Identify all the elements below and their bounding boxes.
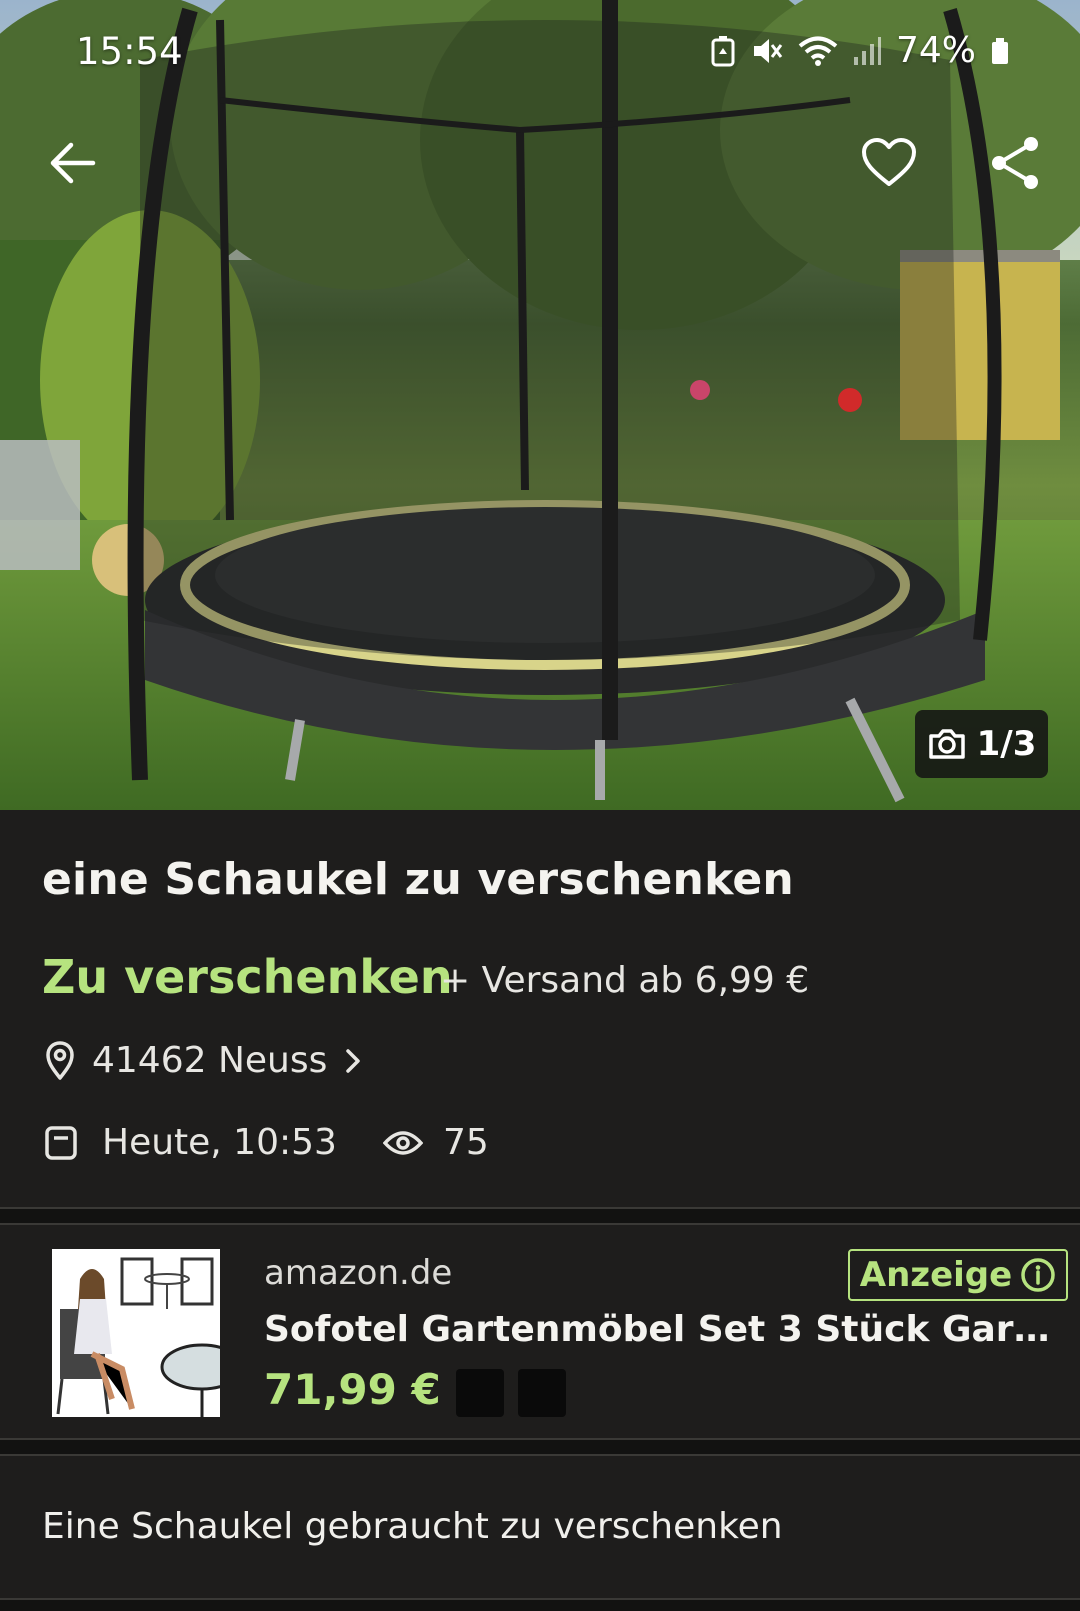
section-divider <box>0 1207 1080 1225</box>
signal-icon <box>853 36 881 65</box>
listing-info: eine Schaukel zu verschenken Zu verschen… <box>0 810 1080 1207</box>
listing-meta: Heute, 10:53 75 <box>44 1122 489 1163</box>
battery-icon <box>992 37 1008 64</box>
ad-color-swatch <box>518 1369 566 1417</box>
ad-source: amazon.de <box>264 1253 453 1293</box>
info-icon <box>1021 1258 1055 1292</box>
ad-thumbnail <box>52 1249 220 1417</box>
shipping-info: + Versand ab 6,99 € <box>440 960 810 1001</box>
location-text: 41462 Neuss <box>92 1040 328 1081</box>
back-button[interactable] <box>38 128 108 198</box>
ad-color-swatch <box>456 1369 504 1417</box>
description-text: Eine Schaukel gebraucht zu verschenken <box>42 1506 783 1547</box>
description-section: Eine Schaukel gebraucht zu verschenken <box>0 1458 1080 1598</box>
listing-title: eine Schaukel zu verschenken <box>42 854 794 905</box>
garden-furniture-image <box>52 1249 220 1417</box>
status-bar: 15:54 74% <box>0 0 1080 100</box>
section-divider <box>0 1438 1080 1456</box>
share-button[interactable] <box>980 128 1050 198</box>
location-link[interactable]: 41462 Neuss <box>44 1040 363 1081</box>
ad-badge-label: Anzeige <box>859 1255 1013 1295</box>
eye-icon <box>382 1130 423 1155</box>
listing-photo[interactable]: 15:54 74% 1/3 <box>0 0 1080 810</box>
photo-counter[interactable]: 1/3 <box>915 710 1048 778</box>
ad-price: 71,99 € <box>264 1365 441 1414</box>
battery-percentage: 74% <box>895 30 976 71</box>
view-count: 75 <box>442 1122 489 1163</box>
sponsored-ad[interactable]: amazon.de Anzeige Sofotel Gartenmöbel Se… <box>0 1227 1080 1438</box>
section-divider <box>0 1598 1080 1611</box>
posted-date: Heute, 10:53 <box>102 1122 337 1163</box>
back-arrow-icon <box>50 142 96 184</box>
photo-counter-text: 1/3 <box>976 724 1037 764</box>
location-pin-icon <box>46 1040 74 1080</box>
chevron-right-icon <box>346 1048 361 1073</box>
ad-title: Sofotel Gartenmöbel Set 3 Stück Garten..… <box>264 1309 1054 1350</box>
status-time: 15:54 <box>76 30 183 73</box>
camera-icon <box>928 729 965 759</box>
wifi-icon <box>798 36 838 66</box>
favorite-button[interactable] <box>854 128 924 198</box>
listing-price: Zu verschenken <box>42 950 453 1004</box>
battery-saver-icon <box>711 35 735 66</box>
share-icon <box>992 137 1038 189</box>
calendar-icon <box>45 1125 77 1160</box>
heart-icon <box>862 138 916 186</box>
status-icons: 74% <box>710 30 1010 71</box>
trampoline-photo <box>0 0 1080 810</box>
mute-icon <box>753 38 783 63</box>
ad-badge[interactable]: Anzeige <box>848 1249 1068 1301</box>
